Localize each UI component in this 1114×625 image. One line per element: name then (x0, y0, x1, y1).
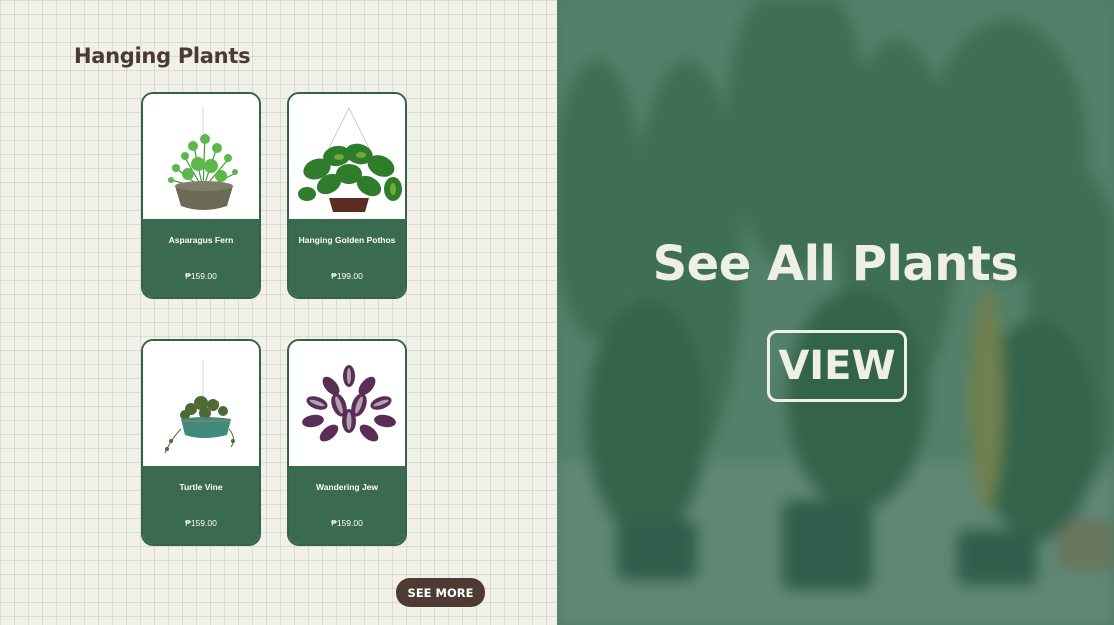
hanging-plants-panel: Hanging Plants Asparagus Fern ₱159.00 Ha… (0, 0, 557, 625)
product-card-turtle-vine[interactable]: Turtle Vine ₱159.00 (141, 339, 261, 546)
product-image (143, 94, 259, 219)
product-name: Hanging Golden Pothos (298, 235, 396, 245)
page: Hanging Plants Asparagus Fern ₱159.00 Ha… (0, 0, 1114, 625)
product-name: Turtle Vine (179, 482, 223, 492)
section-title: Hanging Plants (74, 44, 251, 68)
product-image (289, 341, 405, 466)
fern-plant-icon (167, 106, 239, 210)
product-price: ₱159.00 (185, 271, 217, 281)
product-info: Hanging Golden Pothos ₱199.00 (289, 219, 405, 297)
product-image (289, 94, 405, 219)
product-image (143, 341, 259, 466)
product-name: Wandering Jew (315, 482, 379, 492)
turtle-vine-plant-icon (164, 361, 235, 454)
view-all-plants-button[interactable]: VIEW (767, 330, 907, 402)
product-info: Asparagus Fern ₱159.00 (143, 219, 259, 297)
product-info: Turtle Vine ₱159.00 (143, 466, 259, 544)
product-price: ₱159.00 (185, 518, 217, 528)
hero-title: See All Plants (652, 236, 1019, 292)
product-price: ₱199.00 (331, 271, 363, 281)
background-overlay (557, 0, 1114, 625)
product-name: Asparagus Fern (168, 235, 234, 245)
product-card-hanging-golden-pothos[interactable]: Hanging Golden Pothos ₱199.00 (287, 92, 407, 299)
product-card-wandering-jew[interactable]: Wandering Jew ₱159.00 (287, 339, 407, 546)
product-price: ₱159.00 (331, 518, 363, 528)
product-card-asparagus-fern[interactable]: Asparagus Fern ₱159.00 (141, 92, 261, 299)
product-info: Wandering Jew ₱159.00 (289, 466, 405, 544)
see-all-plants-hero: See All Plants (557, 0, 1114, 625)
wandering-jew-plant-icon (302, 365, 396, 442)
see-more-button[interactable]: SEE MORE (396, 578, 485, 607)
pothos-plant-icon (298, 107, 402, 212)
